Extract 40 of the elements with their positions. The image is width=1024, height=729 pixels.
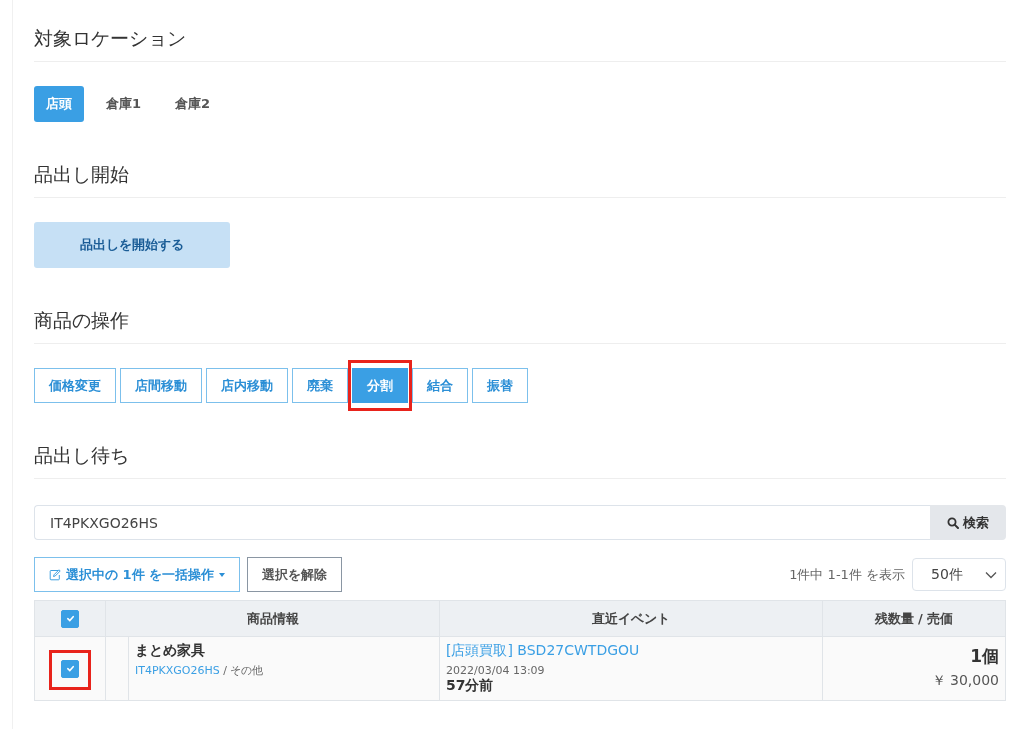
quantity: 1個	[969, 645, 999, 668]
location-tab[interactable]: 店頭	[34, 86, 84, 122]
chevron-down-icon	[985, 570, 997, 579]
operation-button[interactable]: 価格変更	[34, 368, 116, 403]
event-link[interactable]: [店頭買取] BSD27CWTDGOU	[446, 642, 816, 660]
location-tab[interactable]: 倉庫1	[94, 86, 154, 122]
operation-button[interactable]: 結合	[412, 368, 468, 403]
search-icon	[947, 516, 959, 529]
per-page-select[interactable]: 50件	[912, 558, 1006, 591]
operation-button[interactable]: 分割	[352, 368, 408, 403]
check-icon	[65, 664, 75, 673]
clear-selection-button[interactable]: 選択を解除	[247, 557, 343, 592]
header-cell: 商品情報	[105, 600, 440, 637]
header-cell: 残数量 / 売価	[822, 600, 1006, 637]
operation-button[interactable]: 振替	[472, 368, 528, 403]
operation-button[interactable]: 店内移動	[206, 368, 288, 403]
caret-icon	[219, 572, 226, 577]
section-heading: 品出し開始	[34, 158, 1006, 198]
operation-button[interactable]: 廃棄	[292, 368, 348, 403]
start-button[interactable]: 品出しを開始する	[34, 222, 230, 268]
product-category: / その他	[222, 664, 264, 677]
search-button[interactable]: 検索	[930, 505, 1006, 540]
header-cell: 直近イベント	[439, 600, 823, 637]
event-date: 2022/03/04 13:09	[446, 664, 546, 677]
bulk-action-button[interactable]: 選択中の 1件 を一括操作	[34, 557, 241, 592]
elapsed-time: 57分前	[446, 677, 495, 695]
location-tab[interactable]: 倉庫2	[163, 86, 223, 122]
checkbox[interactable]	[61, 609, 79, 628]
edit-icon	[49, 568, 61, 581]
section-heading: 対象ロケーション	[34, 22, 1006, 62]
result-count: 1件中 1-1件 を表示	[789, 565, 905, 584]
checkbox[interactable]	[61, 659, 79, 678]
section-heading: 品出し待ち	[34, 439, 1006, 479]
section-heading: 商品の操作	[34, 304, 1006, 344]
price: ￥ 30,000	[930, 672, 999, 690]
search-field[interactable]: IT4PKXGO26HS	[34, 505, 930, 540]
check-icon	[65, 614, 75, 623]
operation-button[interactable]: 店間移動	[120, 368, 202, 403]
product-name: まとめ家具	[135, 642, 206, 660]
product-code-link[interactable]: IT4PKXGO26HS	[135, 664, 220, 677]
